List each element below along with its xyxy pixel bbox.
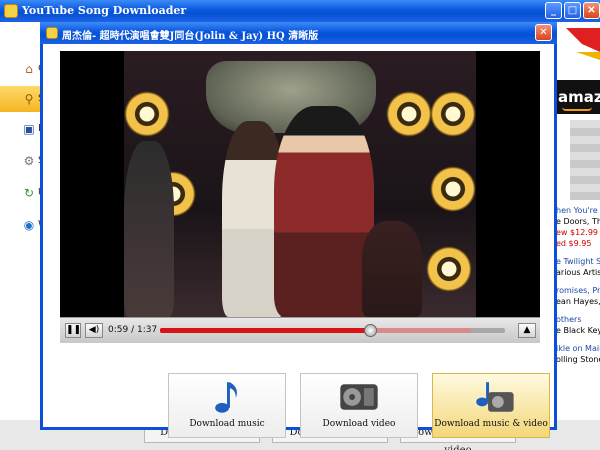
download-music-video-label: Download music & video	[434, 419, 548, 429]
volume-button[interactable]: ◀)	[85, 323, 103, 338]
dialog-close-button[interactable]: ✕	[535, 24, 552, 41]
product-title[interactable]: others	[556, 315, 581, 324]
video-player[interactable]: ❚❚ ◀) 0:59 / 1:37 ▲	[60, 51, 540, 343]
app-icon	[4, 4, 18, 18]
product-title[interactable]: ikle on Main	[556, 344, 600, 353]
product-artist: e Doors, Th	[556, 217, 600, 226]
amazon-logo-text: amazon	[558, 88, 600, 106]
amazon-smile-icon	[562, 107, 592, 111]
progress-fill	[160, 328, 371, 333]
minimize-button[interactable]: _	[545, 2, 562, 19]
seek-bar[interactable]	[160, 324, 505, 337]
product-artist: e Black Key	[556, 326, 600, 335]
brand-logo-icon	[556, 22, 600, 62]
product-title[interactable]: e Twilight S	[556, 257, 600, 266]
dialog-titlebar: 周杰倫- 超時代演唱會雙J同台(Jolin & Jay) HQ 清晰版 ✕	[40, 22, 557, 44]
home-icon: ⌂	[25, 62, 33, 76]
male-singer	[274, 106, 374, 317]
globe-icon: ◉	[23, 218, 35, 232]
product-price: ew $12.99	[556, 228, 598, 237]
product-title[interactable]: hen You're S	[556, 206, 600, 215]
seek-thumb[interactable]	[364, 324, 378, 337]
download-video-label: Download video	[322, 419, 396, 429]
stage-light	[430, 166, 476, 212]
video-dialog: 周杰倫- 超時代演唱會雙J同台(Jolin & Jay) HQ 清晰版 ✕ ❚❚…	[40, 22, 557, 438]
product-artist: ean Hayes, N	[556, 297, 600, 306]
main-close-button[interactable]: ✕	[583, 2, 600, 19]
amazon-logo[interactable]: amazon	[556, 80, 600, 114]
stage-light	[426, 246, 472, 292]
refresh-icon: ↻	[23, 186, 35, 200]
main-titlebar: YouTube Song Downloader _ □ ✕	[0, 0, 600, 22]
video-frame[interactable]	[124, 51, 476, 317]
maximize-button[interactable]: □	[564, 2, 581, 19]
product-price: ed $9.95	[556, 239, 592, 248]
stage-light	[386, 91, 432, 137]
download-music-button[interactable]: Download music	[168, 373, 286, 438]
dialog-title: 周杰倫- 超時代演唱會雙J同台(Jolin & Jay) HQ 清晰版	[62, 31, 319, 42]
product-title[interactable]: romises, Pro	[556, 286, 600, 295]
product-artist: olling Stone	[556, 355, 600, 364]
pause-button[interactable]: ❚❚	[65, 323, 81, 338]
disk-icon: ▣	[23, 122, 35, 136]
film-reel-icon	[340, 384, 378, 410]
search-icon: ⚲	[24, 92, 34, 106]
amazon-panel: amazon hen You're S e Doors, Th ew $12.9…	[556, 22, 600, 420]
stage-light	[430, 91, 476, 137]
gear-icon: ⚙	[23, 154, 35, 168]
download-video-button[interactable]: Download video	[300, 373, 418, 438]
stage-light	[124, 91, 170, 137]
time-readout: 0:59 / 1:37	[108, 325, 158, 335]
dialog-app-icon	[46, 27, 58, 39]
backup-dancer	[124, 141, 174, 317]
fullscreen-button[interactable]: ▲	[518, 323, 536, 338]
download-music-label: Download music	[189, 419, 265, 429]
product-artist: arious Artists	[556, 268, 600, 277]
album-cover[interactable]	[570, 120, 600, 200]
main-window-title: YouTube Song Downloader	[22, 4, 187, 17]
backup-dancer	[362, 221, 422, 317]
download-music-video-button[interactable]: Download music & video	[432, 373, 550, 438]
music-note-icon	[215, 382, 237, 413]
player-controls: ❚❚ ◀) 0:59 / 1:37 ▲	[60, 317, 540, 343]
music-video-icon	[476, 382, 514, 412]
